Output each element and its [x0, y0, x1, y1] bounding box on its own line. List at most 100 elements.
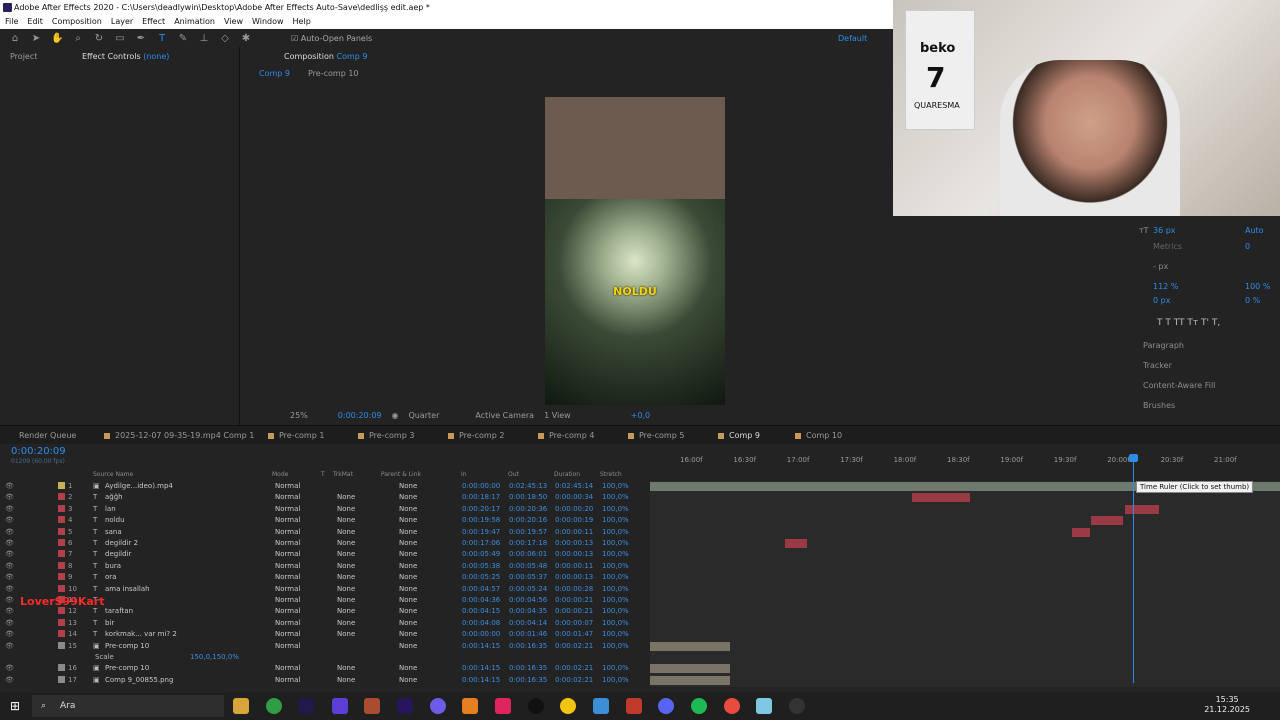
- brush-tool-icon[interactable]: ✎: [177, 33, 189, 44]
- layer-number[interactable]: 7: [68, 550, 72, 558]
- layer-parent[interactable]: None: [399, 539, 417, 547]
- layer-out[interactable]: 0:00:18:50: [509, 493, 547, 501]
- visibility-eye-icon[interactable]: 👁: [5, 585, 14, 593]
- maps-icon[interactable]: [560, 698, 576, 714]
- layer-out[interactable]: 0:02:45:13: [509, 482, 547, 490]
- menu-effect[interactable]: Effect: [142, 15, 165, 29]
- visibility-eye-icon[interactable]: 👁: [5, 528, 14, 536]
- visibility-eye-icon[interactable]: 👁: [5, 607, 14, 615]
- layer-stretch[interactable]: 100,0%: [602, 607, 629, 615]
- stroke-width[interactable]: - px: [1153, 262, 1168, 271]
- layer-mode[interactable]: Normal: [275, 493, 300, 501]
- layer-out[interactable]: 0:00:20:36: [509, 505, 547, 513]
- menu-view[interactable]: View: [224, 15, 243, 29]
- timeline-tab-5[interactable]: Pre-comp 4: [538, 431, 594, 440]
- layer-mode[interactable]: Normal: [275, 619, 300, 627]
- faux-styles[interactable]: T T TT Tт T' T,: [1157, 318, 1220, 328]
- layer-stretch[interactable]: 100,0%: [602, 482, 629, 490]
- type-tool-icon[interactable]: T: [156, 33, 168, 44]
- layer-in[interactable]: 0:00:18:17: [462, 493, 500, 501]
- layer-number[interactable]: 6: [68, 539, 72, 547]
- layer-stretch[interactable]: 100,0%: [602, 585, 629, 593]
- app-shield-icon[interactable]: [332, 698, 348, 714]
- layer-out[interactable]: 0:00:04:56: [509, 596, 547, 604]
- menu-animation[interactable]: Animation: [174, 15, 215, 29]
- layer-stretch[interactable]: 100,0%: [602, 516, 629, 524]
- layer-name[interactable]: Comp 9_00855.png: [105, 676, 173, 684]
- layer-parent[interactable]: None: [399, 528, 417, 536]
- col-out[interactable]: Out: [508, 471, 519, 478]
- scale-property-value[interactable]: 150,0,150,0%: [190, 653, 239, 661]
- baseline-shift[interactable]: 0 px: [1153, 296, 1170, 305]
- layer-number[interactable]: 9: [68, 573, 72, 581]
- col-stretch[interactable]: Stretch: [600, 471, 622, 478]
- layer-duration[interactable]: 0:00:00:13: [555, 539, 593, 547]
- layer-trkmat[interactable]: None: [337, 550, 355, 558]
- layer-parent[interactable]: None: [399, 642, 417, 650]
- visibility-eye-icon[interactable]: 👁: [5, 630, 14, 638]
- layer-type-icon[interactable]: T: [93, 550, 97, 558]
- layer-stretch[interactable]: 100,0%: [602, 573, 629, 581]
- layer-row[interactable]: 👁 17 ▣ Comp 9_00855.png Normal None None 0:00:1…: [0, 675, 650, 686]
- layer-stretch[interactable]: 100,0%: [602, 539, 629, 547]
- col-t[interactable]: T: [321, 471, 325, 478]
- layer-parent[interactable]: None: [399, 607, 417, 615]
- timeline-tab-0[interactable]: Render Queue: [19, 431, 76, 440]
- layer-label-color[interactable]: [58, 573, 65, 581]
- workspace-default[interactable]: Default: [838, 34, 867, 43]
- layer-parent[interactable]: None: [399, 493, 417, 501]
- current-time[interactable]: 0:00:20:09: [338, 411, 382, 420]
- layer-duration[interactable]: 0:00:02:21: [555, 676, 593, 684]
- visibility-eye-icon[interactable]: 👁: [5, 642, 14, 650]
- layer-out[interactable]: 0:00:17:18: [509, 539, 547, 547]
- visibility-eye-icon[interactable]: 👁: [5, 516, 14, 524]
- layer-row[interactable]: 👁 12 Ttaraftan Normal None None 0:00:04:15 0:00…: [0, 606, 650, 617]
- layer-name[interactable]: taraftan: [105, 607, 133, 615]
- layer-duration[interactable]: 0:00:00:21: [555, 596, 593, 604]
- layer-name[interactable]: sana: [105, 528, 122, 536]
- layer-name[interactable]: noldu: [105, 516, 125, 524]
- layer-trkmat[interactable]: None: [337, 539, 355, 547]
- font-size-value[interactable]: 36 px: [1153, 226, 1176, 235]
- visibility-eye-icon[interactable]: 👁: [5, 573, 14, 581]
- layer-mode[interactable]: Normal: [275, 664, 300, 672]
- layer-mode[interactable]: Normal: [275, 539, 300, 547]
- kerning-value[interactable]: Metrics: [1153, 242, 1182, 251]
- layer-parent[interactable]: None: [399, 619, 417, 627]
- layer-row[interactable]: 👁 1 ▣ Aydilge...ideo).mp4 Normal None 0:00:00:…: [0, 481, 650, 492]
- layer-out[interactable]: 0:00:01:46: [509, 630, 547, 638]
- layer-duration[interactable]: 0:00:00:07: [555, 619, 593, 627]
- layer-parent[interactable]: None: [399, 630, 417, 638]
- layer-in[interactable]: 0:00:17:06: [462, 539, 500, 547]
- layer-type-icon[interactable]: T: [93, 619, 97, 627]
- layer-number[interactable]: 1: [68, 482, 72, 490]
- layer-type-icon[interactable]: T: [93, 516, 97, 524]
- layer-parent[interactable]: None: [399, 550, 417, 558]
- layer-row[interactable]: 👁 13 Tbir Normal None None 0:00:04:08 0:00:04:1…: [0, 618, 650, 629]
- layer-duration[interactable]: 0:00:00:19: [555, 516, 593, 524]
- layer-type-icon[interactable]: T: [93, 493, 97, 501]
- layer-duration[interactable]: 0:00:01:47: [555, 630, 593, 638]
- layer-label-color[interactable]: [58, 561, 65, 569]
- layer-row[interactable]: 👁 2 Tağğh Normal None None 0:00:18:17 0:00:18:5…: [0, 492, 650, 503]
- layer-bar[interactable]: [650, 664, 731, 674]
- layer-name[interactable]: degildir: [105, 550, 131, 558]
- layer-number[interactable]: 5: [68, 528, 72, 536]
- layer-trkmat[interactable]: None: [337, 664, 355, 672]
- layer-bar[interactable]: [785, 539, 807, 548]
- layer-label-color[interactable]: [58, 504, 65, 512]
- layer-mode[interactable]: Normal: [275, 528, 300, 536]
- app-orange-icon[interactable]: [724, 698, 740, 714]
- taskbar-clock[interactable]: 15:35 21.12.2025: [1204, 695, 1250, 715]
- visibility-eye-icon[interactable]: 👁: [5, 664, 14, 672]
- layer-in[interactable]: 0:00:19:47: [462, 528, 500, 536]
- hand-tool-icon[interactable]: ✋: [51, 33, 63, 44]
- layer-type-icon[interactable]: T: [93, 607, 97, 615]
- timeline-tab-8[interactable]: Comp 10: [795, 431, 842, 440]
- layer-in[interactable]: 0:00:14:15: [462, 664, 500, 672]
- layer-out[interactable]: 0:00:05:48: [509, 562, 547, 570]
- layer-type-icon[interactable]: ▣: [93, 676, 100, 684]
- tracking-value[interactable]: 0: [1245, 242, 1250, 251]
- layer-in[interactable]: 0:00:14:15: [462, 676, 500, 684]
- menu-edit[interactable]: Edit: [27, 15, 43, 29]
